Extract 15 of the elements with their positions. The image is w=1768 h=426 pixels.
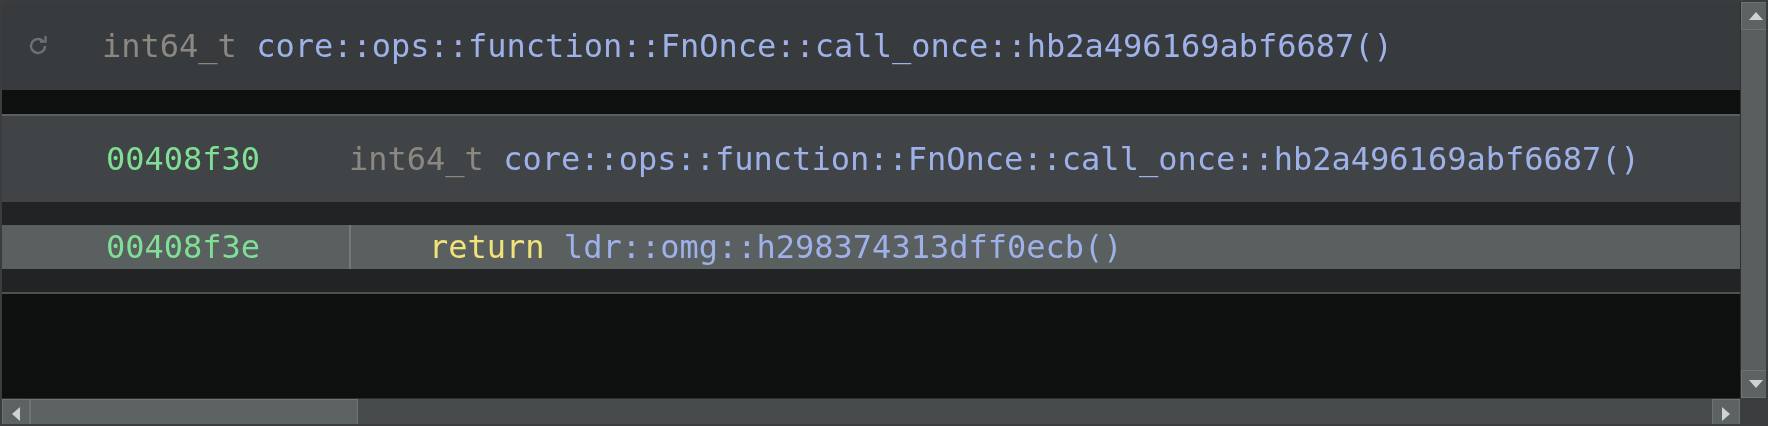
scroll-left-button[interactable] [2, 399, 30, 424]
left-arrow-icon [12, 406, 20, 421]
scroll-up-button[interactable] [1741, 2, 1766, 30]
down-arrow-icon [1748, 380, 1763, 388]
scroll-down-button[interactable] [1741, 370, 1766, 398]
address-text: 00408f30 [105, 140, 262, 178]
horizontal-scrollbar[interactable] [2, 398, 1740, 424]
up-arrow-icon [1748, 12, 1763, 20]
address-text: 00408f3e [105, 228, 262, 266]
scroll-thumb[interactable] [30, 399, 358, 424]
function-signature: int64_t core::ops::function::FnOnce::call_once::hb2a496169abf6687() [102, 27, 1393, 65]
vertical-scrollbar[interactable] [1740, 2, 1766, 398]
right-arrow-icon [1722, 406, 1730, 421]
function-signature: int64_t core::ops::function::FnOnce::call_once::hb2a496169abf6687() [349, 140, 1640, 178]
scroll-right-button[interactable] [1712, 399, 1740, 424]
